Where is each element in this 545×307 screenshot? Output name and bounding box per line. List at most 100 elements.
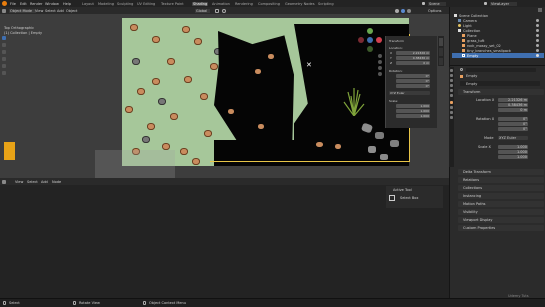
constraints-tab-icon[interactable]: [450, 111, 453, 114]
move-tool-icon[interactable]: [2, 50, 6, 54]
npanel-location-x-field[interactable]: 2.21326 m: [396, 51, 430, 55]
shading-rendered-icon[interactable]: [407, 8, 411, 13]
rot-y-field[interactable]: 0°: [498, 122, 528, 126]
ortho-toggle-icon[interactable]: [378, 72, 382, 76]
search-field[interactable]: [466, 68, 536, 72]
render-tab-icon[interactable]: [450, 74, 453, 77]
viewport-menu-select[interactable]: Select: [45, 9, 56, 13]
npanel-rotation-y-field[interactable]: 0°: [396, 79, 430, 83]
menu-help[interactable]: Help: [63, 2, 71, 6]
navigation-gizmo[interactable]: [358, 28, 382, 52]
workspace-tab-compositing[interactable]: Compositing: [258, 2, 280, 6]
rotation-mode-dropdown[interactable]: XYZ Euler: [498, 136, 528, 140]
search-icon[interactable]: [460, 68, 463, 71]
scene-tab-icon[interactable]: [450, 89, 453, 92]
options-dropdown[interactable]: Options: [428, 9, 442, 13]
gizmo-y-axis-icon[interactable]: [367, 28, 373, 34]
visibility-eye-icon[interactable]: [536, 29, 539, 32]
visibility-eye-icon[interactable]: [536, 19, 539, 22]
scale-x-field[interactable]: 1.000: [498, 145, 528, 149]
npanel-tab-view[interactable]: [439, 58, 443, 65]
visibility-eye-icon[interactable]: [536, 39, 539, 42]
editor-type-icon[interactable]: [2, 8, 6, 13]
scale-tool-icon[interactable]: [2, 64, 6, 68]
view-layer-selector[interactable]: ViewLayer: [490, 1, 518, 6]
scale-y-field[interactable]: 1.000: [498, 150, 528, 154]
object-tab-icon[interactable]: [450, 101, 453, 104]
viewport-menu-add[interactable]: Add: [57, 9, 64, 13]
npanel-rotation-x-field[interactable]: 0°: [396, 74, 430, 78]
workspace-tab-modeling[interactable]: Modeling: [98, 2, 114, 6]
outliner-row-selected[interactable]: Empty: [452, 53, 544, 58]
physics-tab-icon[interactable]: [450, 106, 453, 109]
workspace-tab-animation[interactable]: Animation: [212, 2, 230, 6]
workspace-tab-texture-paint[interactable]: Texture Paint: [161, 2, 184, 6]
pan-icon[interactable]: [378, 60, 382, 64]
viewport-menu-object[interactable]: Object: [66, 9, 77, 13]
loc-z-field[interactable]: 0 m: [498, 108, 528, 112]
section-transform[interactable]: Transform: [458, 89, 544, 95]
select-box-icon[interactable]: [389, 195, 395, 201]
rot-z-field[interactable]: 0°: [498, 127, 528, 131]
section-visibility[interactable]: Visibility: [458, 209, 544, 215]
workspace-tab-rendering[interactable]: Rendering: [235, 2, 253, 6]
visibility-eye-icon[interactable]: [536, 34, 539, 37]
gizmo-x-axis-icon[interactable]: [376, 37, 382, 43]
data-tab-icon[interactable]: [450, 116, 453, 119]
workspace-tab-geometry-nodes[interactable]: Geometry Nodes: [285, 2, 315, 6]
rotate-tool-icon[interactable]: [2, 57, 6, 61]
visibility-eye-icon[interactable]: [536, 24, 539, 27]
npanel-tab-item[interactable]: [439, 38, 443, 46]
workspace-tab-uv-editing[interactable]: UV Editing: [137, 2, 155, 6]
proportional-edit-icon[interactable]: [222, 8, 226, 13]
outliner-filter-icon[interactable]: [538, 8, 542, 12]
section-instancing[interactable]: Instancing: [458, 193, 544, 199]
gizmo-neg-y-icon[interactable]: [367, 46, 373, 52]
rot-x-field[interactable]: 0°: [498, 117, 528, 121]
world-tab-icon[interactable]: [450, 94, 453, 97]
3d-viewport[interactable]: Top Orthographic (1) Collection | Empty: [0, 14, 449, 178]
workspace-tab-scripting[interactable]: Scripting: [318, 2, 334, 6]
zoom-icon[interactable]: [378, 54, 382, 58]
shading-material-icon[interactable]: [401, 8, 405, 13]
npanel-scale-z-field[interactable]: 1.000: [396, 114, 430, 118]
object-name-field[interactable]: Empty: [460, 81, 540, 86]
cursor-tool-icon[interactable]: [2, 43, 6, 47]
section-viewport-display[interactable]: Viewport Display: [458, 217, 544, 223]
output-tab-icon[interactable]: [450, 79, 453, 82]
viewport-menu-view[interactable]: View: [35, 9, 43, 13]
transform-orientation[interactable]: Global: [195, 8, 211, 13]
node-editor-area[interactable]: [0, 185, 449, 298]
loc-y-field[interactable]: 0.38436 m: [498, 103, 528, 107]
node-menu-node[interactable]: Node: [52, 180, 61, 184]
npanel-transform-title[interactable]: Transform: [389, 39, 404, 43]
camera-view-icon[interactable]: [378, 66, 382, 70]
transform-tool-icon[interactable]: [2, 71, 6, 75]
node-menu-view[interactable]: View: [15, 180, 23, 184]
menu-file[interactable]: File: [10, 2, 16, 6]
node-menu-add[interactable]: Add: [41, 180, 48, 184]
npanel-location-z-field[interactable]: 0 m: [396, 61, 430, 65]
gizmo-z-axis-icon[interactable]: [367, 37, 373, 43]
snap-icon[interactable]: [215, 8, 219, 13]
menu-window[interactable]: Window: [45, 2, 59, 6]
scale-z-field[interactable]: 1.000: [498, 155, 528, 159]
view-layer-tab-icon[interactable]: [450, 84, 453, 87]
npanel-location-y-field[interactable]: 0.38436 m: [396, 56, 430, 60]
blender-logo-icon[interactable]: [2, 1, 7, 6]
section-collections[interactable]: Collections: [458, 185, 544, 191]
npanel-rotation-z-field[interactable]: 0°: [396, 84, 430, 88]
workspace-tab-shading[interactable]: Shading: [192, 1, 209, 6]
visibility-eye-icon[interactable]: [536, 44, 539, 47]
menu-render[interactable]: Render: [30, 2, 42, 6]
section-custom-properties[interactable]: Custom Properties: [458, 225, 544, 231]
npanel-scale-y-field[interactable]: 1.000: [396, 109, 430, 113]
npanel-scale-x-field[interactable]: 1.000: [396, 104, 430, 108]
npanel-rotation-mode[interactable]: XYZ Euler: [389, 91, 430, 95]
editor-type-icon[interactable]: [2, 179, 6, 184]
section-delta-transform[interactable]: Delta Transform: [458, 169, 544, 175]
mode-selector[interactable]: Object Mode: [9, 8, 37, 13]
npanel-tab-tool[interactable]: [439, 48, 443, 56]
node-menu-select[interactable]: Select: [27, 180, 38, 184]
gizmo-neg-x-icon[interactable]: [358, 37, 364, 43]
